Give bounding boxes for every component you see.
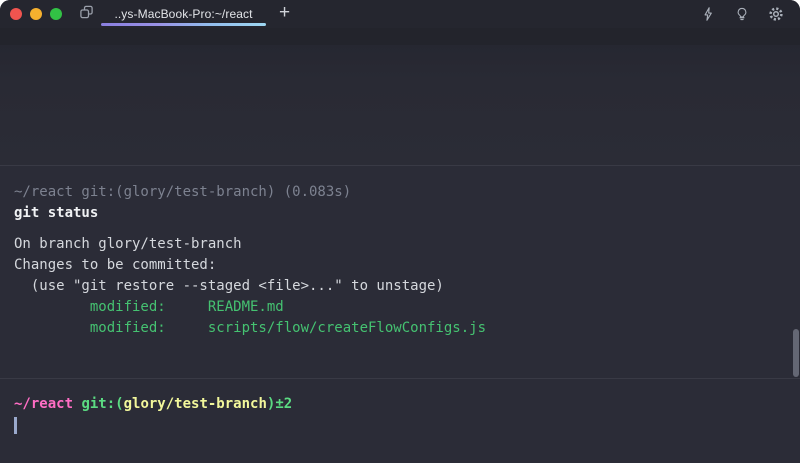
prompt-line-active: ~/react git:(glory/test-branch)±2 — [14, 394, 800, 415]
minimize-button[interactable] — [30, 8, 42, 20]
command-block-previous[interactable]: ~/react git:(glory/test-branch) (0.083s)… — [0, 165, 800, 378]
command-input-line[interactable] — [14, 415, 800, 436]
prompt-branch-name: glory/test-branch — [124, 396, 267, 412]
window-controls — [0, 8, 74, 20]
text-cursor — [14, 417, 17, 434]
new-tab-button[interactable]: + — [275, 3, 294, 25]
tab-active[interactable]: ..ys-MacBook-Pro:~/react — [101, 0, 266, 28]
tabs-overview-icon — [78, 4, 95, 25]
active-tab-underline — [101, 23, 266, 26]
lightbulb-icon[interactable] — [735, 6, 749, 22]
scrollback-band — [0, 28, 800, 45]
tabbar-actions — [701, 6, 800, 22]
command-output: On branch glory/test-branch Changes to b… — [14, 234, 800, 339]
output-line: (use "git restore --staged <file>..." to… — [14, 276, 800, 297]
output-line: Changes to be committed: — [14, 255, 800, 276]
close-button[interactable] — [10, 8, 22, 20]
command-text: git status — [14, 203, 800, 224]
tab-title: ..ys-MacBook-Pro:~/react — [114, 7, 252, 21]
terminal-window: ..ys-MacBook-Pro:~/react + — [0, 0, 800, 463]
output-line: On branch glory/test-branch — [14, 234, 800, 255]
scrollback-area — [0, 45, 800, 165]
tabs-overview-button[interactable] — [74, 2, 98, 26]
maximize-button[interactable] — [50, 8, 62, 20]
lightning-icon[interactable] — [701, 6, 716, 22]
tab-bar: ..ys-MacBook-Pro:~/react + — [0, 0, 800, 28]
prompt-directory: ~/react — [14, 396, 73, 412]
staged-file-line: modified: scripts/flow/createFlowConfigs… — [14, 318, 800, 339]
prompt-git-prefix: git:( — [73, 396, 124, 412]
prompt-git-suffix: )±2 — [267, 396, 292, 412]
gear-icon[interactable] — [768, 6, 784, 22]
scrollbar-thumb[interactable] — [793, 329, 799, 377]
staged-file-line: modified: README.md — [14, 297, 800, 318]
command-block-current[interactable]: ~/react git:(glory/test-branch)±2 — [0, 378, 800, 436]
prompt-line-dimmed: ~/react git:(glory/test-branch) (0.083s) — [14, 182, 800, 203]
